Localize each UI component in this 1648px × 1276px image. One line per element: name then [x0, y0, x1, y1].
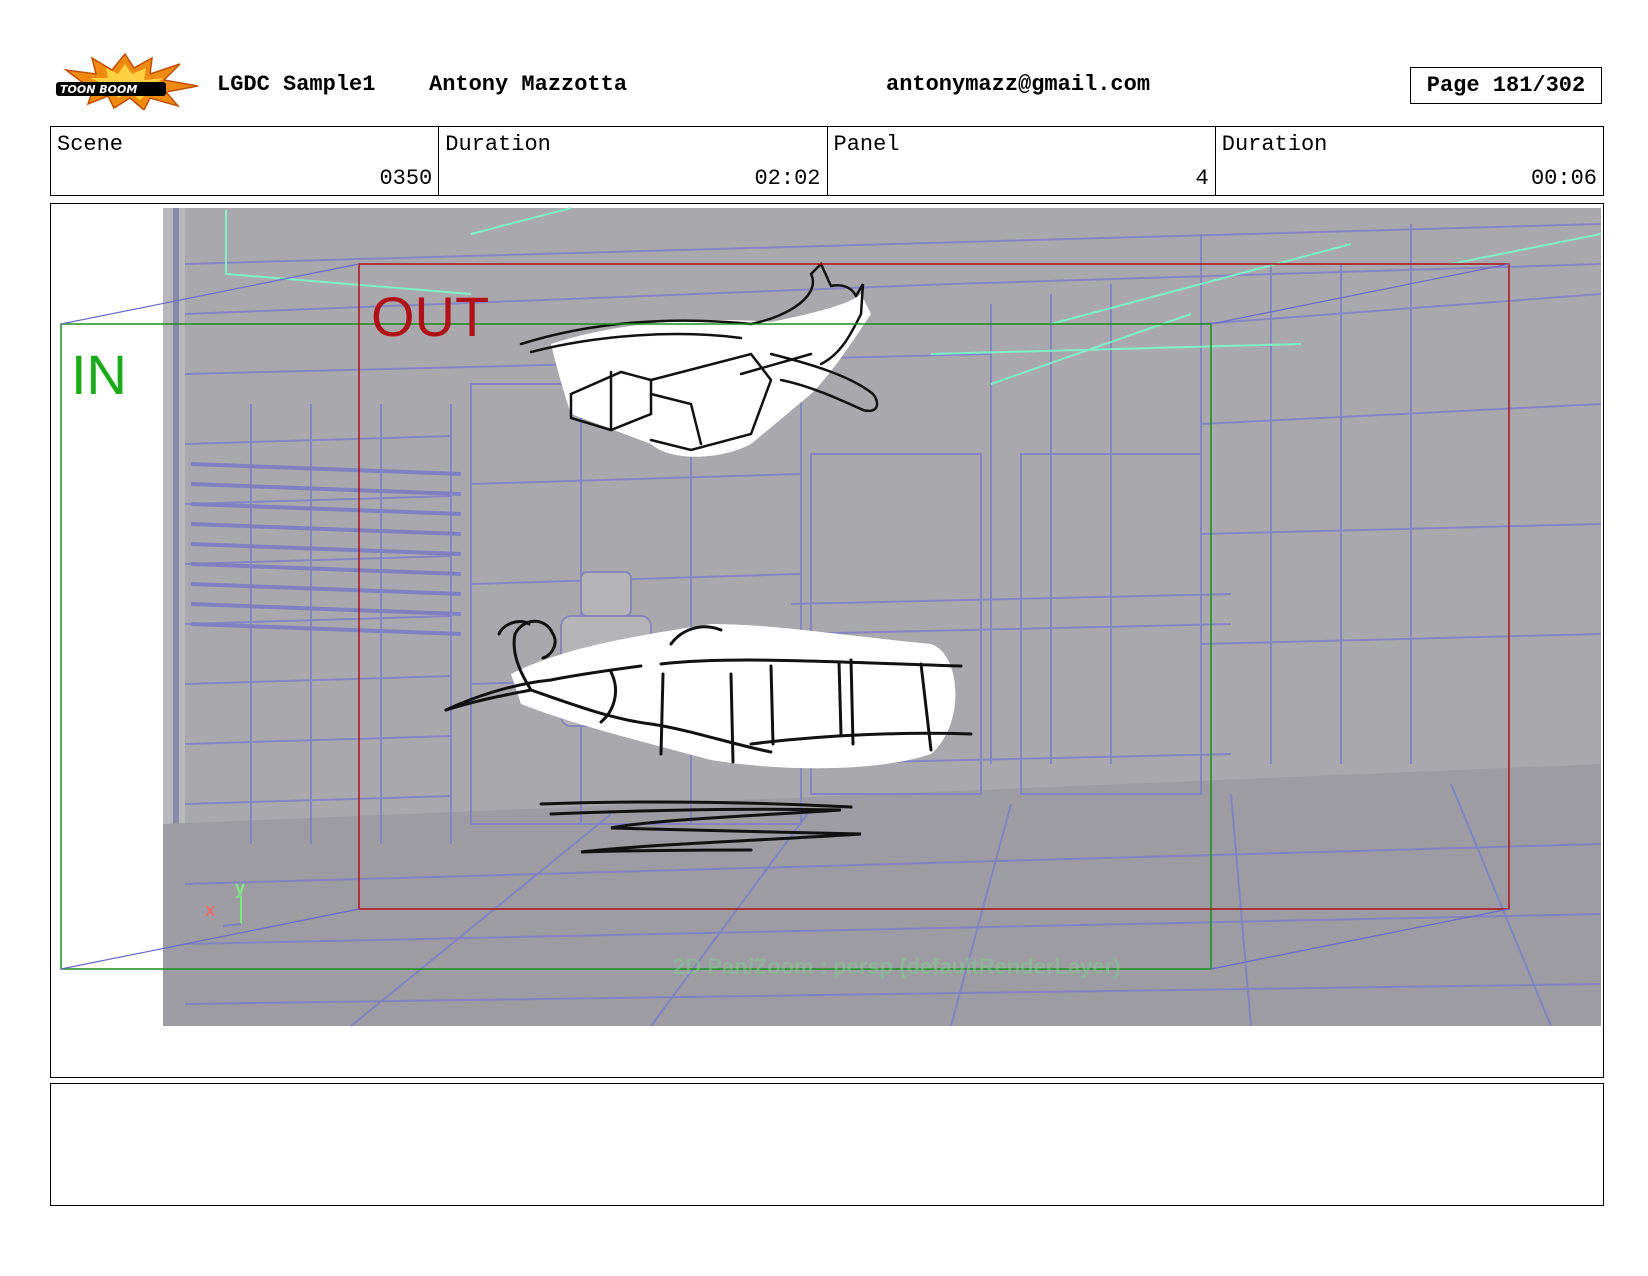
viewport-caption: 2D Pan/Zoom : persp (defaultRenderLayer) [673, 954, 1120, 979]
out-label: OUT [371, 285, 489, 348]
scene-duration-value: 02:02 [754, 166, 821, 191]
scene-info-table: Scene 0350 Duration 02:02 Panel 4 Durati… [50, 126, 1604, 196]
scene-duration-label: Duration [445, 132, 551, 157]
author-name: Antony Mazzotta [429, 72, 628, 97]
logo-text: TOON BOOM [60, 83, 137, 96]
panel-cell: Panel 4 [826, 127, 1215, 195]
panel-artwork: IN OUT y x 2D Pan/Zoom : persp (defaultR… [60, 207, 1602, 1027]
scene-value: 0350 [379, 166, 433, 191]
panel-duration-label: Duration [1221, 132, 1328, 157]
axis-x-label: x [205, 900, 215, 920]
storyboard-panel: IN OUT y x 2D Pan/Zoom : persp (defaultR… [50, 203, 1604, 1078]
panel-label: Panel [833, 132, 900, 157]
panel-notes-box [50, 1083, 1604, 1206]
page-number: Page 181/302 [1410, 67, 1602, 104]
scene-cell: Scene 0350 [51, 127, 438, 195]
scene-duration-cell: Duration 02:02 [438, 127, 826, 195]
in-label: IN [71, 343, 127, 406]
author-email: antonymazz@gmail.com [886, 72, 1151, 97]
axis-y-label: y [235, 878, 245, 898]
panel-duration-value: 00:06 [1530, 166, 1597, 191]
scene-label: Scene [57, 132, 124, 157]
panel-duration-cell: Duration 00:06 [1214, 127, 1603, 195]
panel-value: 4 [1195, 166, 1209, 191]
project-name: LGDC Sample1 [217, 72, 376, 97]
toon-boom-logo: TOON BOOM [55, 52, 198, 110]
